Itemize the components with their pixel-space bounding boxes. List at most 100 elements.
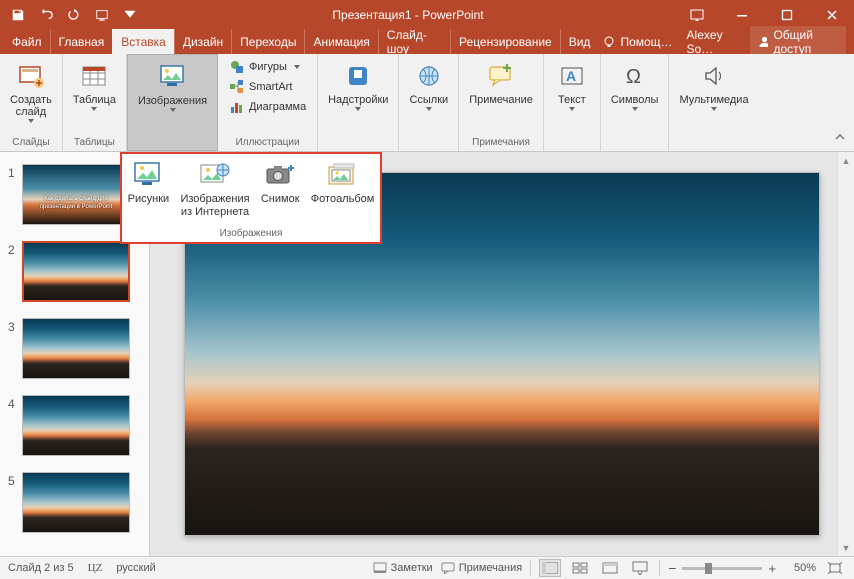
group-symbols: Ω Символы — [601, 54, 670, 151]
minimize-button[interactable] — [719, 0, 764, 29]
collapse-ribbon-button[interactable] — [834, 132, 846, 147]
pictures-from-file-button[interactable]: Рисунки — [128, 160, 170, 206]
slide-counter[interactable]: Слайд 2 из 5 — [8, 562, 74, 574]
fit-to-window-button[interactable] — [824, 559, 846, 577]
share-button[interactable]: Общий доступ — [750, 26, 846, 58]
group-images-highlighted: Изображения — [127, 54, 218, 151]
tab-insert[interactable]: Вставка — [112, 29, 174, 54]
smartart-button[interactable]: SmartArt — [225, 78, 310, 96]
table-button[interactable]: Таблица — [69, 58, 120, 113]
tab-animations[interactable]: Анимация — [304, 29, 377, 54]
tab-design[interactable]: Дизайн — [174, 29, 231, 54]
chart-button[interactable]: Диаграмма — [225, 98, 310, 116]
tab-home[interactable]: Главная — [50, 29, 113, 54]
images-button-pressed[interactable]: Изображения — [134, 59, 211, 114]
photo-album-button[interactable]: Фотоальбом — [311, 160, 375, 206]
close-button[interactable] — [809, 0, 854, 29]
media-button[interactable]: Мультимедиа — [675, 58, 752, 113]
comments-pane-button[interactable]: Примечания — [441, 562, 523, 574]
group-tables: Таблица Таблицы — [63, 54, 127, 151]
person-share-icon — [758, 35, 768, 48]
scroll-track[interactable] — [840, 169, 852, 539]
picture-monitor-icon — [157, 61, 189, 93]
status-bar: Слайд 2 из 5 ЦZ русский Заметки Примечан… — [0, 556, 854, 579]
normal-view-button[interactable] — [539, 559, 561, 577]
shapes-button[interactable]: Фигуры — [225, 58, 310, 76]
link-globe-icon — [413, 60, 445, 92]
zoom-thumb[interactable] — [705, 563, 712, 574]
reading-view-button[interactable] — [599, 559, 621, 577]
tab-file[interactable]: Файл — [4, 29, 50, 54]
omega-icon: Ω — [619, 60, 651, 92]
scroll-up-button[interactable]: ▲ — [838, 152, 854, 169]
tab-transitions[interactable]: Переходы — [231, 29, 304, 54]
group-label-tables: Таблицы — [74, 137, 115, 151]
new-slide-button[interactable]: Создать слайд — [6, 58, 56, 125]
thumb-number: 2 — [8, 241, 22, 257]
undo-button[interactable] — [34, 3, 58, 27]
notes-icon — [373, 562, 387, 574]
thumb-number: 1 — [8, 164, 22, 180]
group-slides: Создать слайд Слайды — [0, 54, 63, 151]
save-button[interactable] — [6, 3, 30, 27]
slide-thumbnail-4[interactable] — [22, 395, 130, 456]
account-button[interactable]: Alexey So… — [683, 28, 745, 56]
comment-button[interactable]: Примечание — [465, 58, 537, 108]
addins-button[interactable]: Надстройки — [324, 58, 392, 113]
scroll-down-button[interactable]: ▼ — [838, 539, 854, 556]
window-title: Презентация1 - PowerPoint — [142, 8, 674, 22]
zoom-in-button[interactable]: + — [768, 561, 776, 576]
slide-thumbnail-3[interactable] — [22, 318, 130, 379]
qat-customize-dropdown[interactable] — [118, 3, 142, 27]
online-pictures-button[interactable]: Изображения из Интернета — [180, 160, 249, 219]
textbox-icon: A — [556, 60, 588, 92]
spellcheck-button[interactable]: ЦZ — [88, 562, 103, 574]
ribbon-display-options-button[interactable] — [674, 0, 719, 29]
group-addins: Надстройки — [318, 54, 399, 151]
group-links: Ссылки — [399, 54, 459, 151]
comment-icon — [485, 60, 517, 92]
slide-thumbnail-2[interactable] — [22, 241, 130, 302]
tab-slideshow[interactable]: Слайд-шоу — [378, 29, 450, 54]
zoom-out-button[interactable]: − — [668, 560, 676, 576]
smartart-icon — [229, 79, 245, 95]
zoom-level[interactable]: 50% — [782, 562, 816, 574]
svg-text:A: A — [566, 68, 576, 84]
tab-view[interactable]: Вид — [560, 29, 599, 54]
camera-icon — [263, 160, 297, 190]
zoom-track[interactable] — [682, 567, 762, 570]
symbols-button[interactable]: Ω Символы — [607, 58, 663, 113]
slideshow-view-button[interactable] — [629, 559, 651, 577]
text-button[interactable]: A Текст — [550, 58, 594, 113]
window-controls — [719, 0, 854, 29]
tell-me-button[interactable]: Помощ… — [598, 35, 676, 49]
screenshot-button[interactable]: Снимок — [261, 160, 300, 206]
photo-album-icon — [326, 160, 360, 190]
speaker-icon — [698, 60, 730, 92]
group-label-comments: Примечания — [472, 137, 530, 151]
start-from-beginning-button[interactable] — [90, 3, 114, 27]
title-bar: Презентация1 - PowerPoint — [0, 0, 854, 29]
slide-sorter-view-button[interactable] — [569, 559, 591, 577]
vertical-scrollbar[interactable]: ▲ ▼ — [837, 152, 854, 556]
group-media: Мультимедиа — [669, 54, 758, 151]
tab-review[interactable]: Рецензирование — [450, 29, 560, 54]
table-icon — [78, 60, 110, 92]
lightbulb-icon — [602, 35, 616, 49]
group-comments: Примечание Примечания — [459, 54, 544, 151]
redo-button[interactable] — [62, 3, 86, 27]
ribbon-tab-row: Файл Главная Вставка Дизайн Переходы Ани… — [0, 29, 854, 54]
links-button[interactable]: Ссылки — [405, 58, 452, 113]
images-dropdown-panel: Рисунки Изображения из Интернета Снимок … — [120, 152, 382, 244]
language-button[interactable]: русский — [116, 562, 155, 574]
zoom-slider[interactable]: − + 50% — [668, 560, 816, 576]
thumb-number: 5 — [8, 472, 22, 488]
svg-text:Ω: Ω — [626, 66, 641, 88]
notes-button[interactable]: Заметки — [373, 562, 433, 574]
maximize-button[interactable] — [764, 0, 809, 29]
group-label-slides: Слайды — [12, 137, 49, 151]
slide-thumbnail-5[interactable] — [22, 472, 130, 533]
thumb-number: 3 — [8, 318, 22, 334]
slide-thumbnail-1[interactable]: Как сделать слайд для презентации в Powe… — [22, 164, 130, 225]
group-text: A Текст — [544, 54, 601, 151]
